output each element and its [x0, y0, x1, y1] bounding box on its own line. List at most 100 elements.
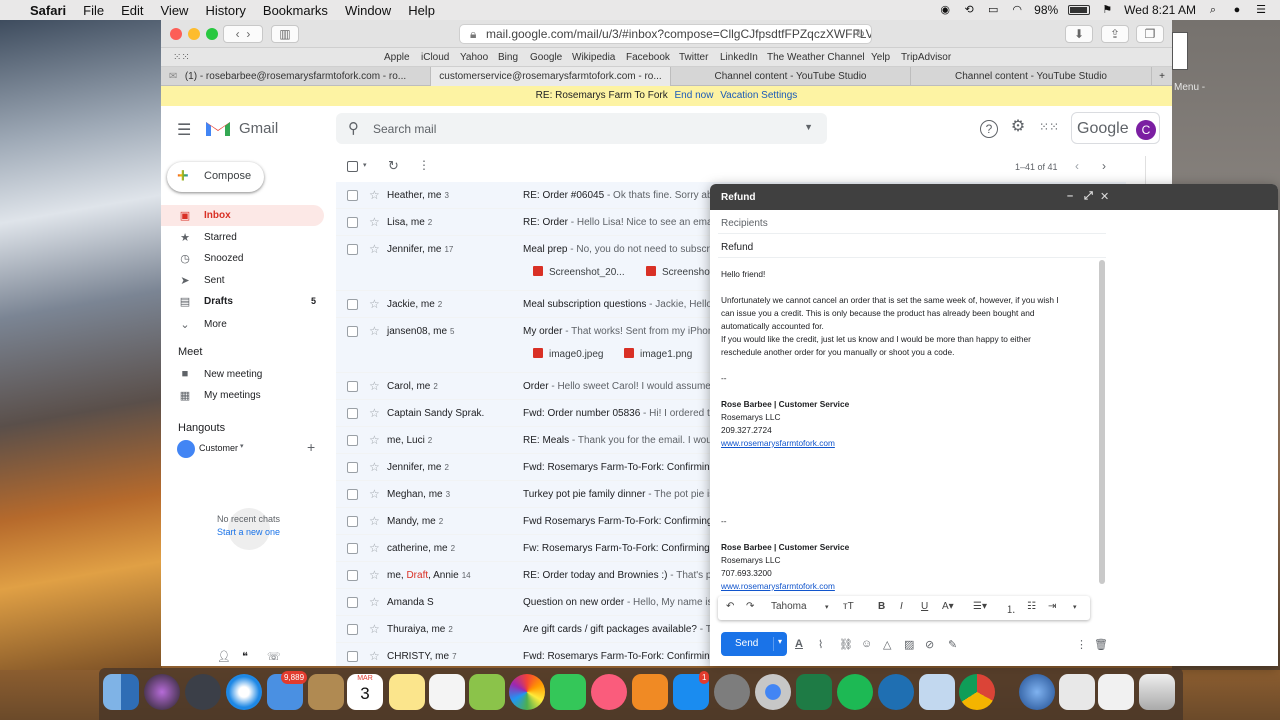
row-checkbox[interactable] [347, 570, 358, 581]
row-checkbox[interactable] [347, 462, 358, 473]
star-icon[interactable]: ☆ [369, 379, 380, 393]
airplay-icon[interactable]: ▭ [986, 4, 1000, 16]
menu-bookmarks[interactable]: Bookmarks [263, 3, 328, 18]
chevron-down-icon[interactable]: ▾ [825, 603, 829, 611]
signature-link[interactable]: www.rosemarysfarmtofork.com [721, 437, 1091, 450]
app-store-icon[interactable]: 1 [673, 671, 710, 710]
reload-icon[interactable]: ↻ [855, 25, 865, 43]
row-checkbox[interactable] [347, 244, 358, 255]
search-options-icon[interactable]: ▼ [804, 122, 813, 132]
chrome-beta-icon[interactable] [755, 674, 791, 710]
star-icon[interactable]: ☆ [369, 460, 380, 474]
row-checkbox[interactable] [347, 489, 358, 500]
tab-youtube-studio-2[interactable]: Channel content - YouTube Studio [911, 67, 1152, 86]
sidebar-item-inbox[interactable]: ▣ Inbox [161, 205, 324, 226]
row-checkbox[interactable] [347, 651, 358, 662]
emoji-icon[interactable]: ☺ [861, 638, 872, 650]
italic-icon[interactable]: I [900, 601, 903, 612]
underline-icon[interactable]: U [921, 601, 928, 612]
row-checkbox[interactable] [347, 435, 358, 446]
drive-icon[interactable]: △ [883, 638, 891, 651]
excel-icon[interactable] [796, 674, 832, 710]
tabs-overview-icon[interactable]: ❐ [1136, 25, 1164, 43]
insert-photo-icon[interactable]: ▨ [904, 638, 914, 651]
fav-wikipedia[interactable]: Wikipedia [572, 52, 615, 63]
compose-button[interactable]: + Compose [167, 162, 264, 192]
bold-icon[interactable]: B [878, 601, 885, 612]
photos-icon[interactable] [509, 674, 545, 710]
flag-icon[interactable]: ⚑ [1100, 4, 1114, 16]
search-icon[interactable]: ⚲ [348, 119, 359, 137]
menu-window[interactable]: Window [345, 3, 391, 18]
battery-icon[interactable] [1068, 5, 1091, 15]
recipients-field[interactable]: Recipients [721, 218, 768, 229]
sidebar-item-starred[interactable]: ★ Starred [161, 227, 324, 248]
star-icon[interactable]: ☆ [369, 406, 380, 420]
add-chat-icon[interactable]: + [307, 439, 315, 455]
sidebar-item-more[interactable]: ⌄ More [161, 314, 324, 335]
row-checkbox[interactable] [347, 597, 358, 608]
maps-icon[interactable] [469, 674, 505, 710]
discard-draft-icon[interactable]: 🗑︎ [1094, 638, 1108, 651]
fav-yelp[interactable]: Yelp [871, 52, 890, 63]
fav-weather[interactable]: The Weather Channel [767, 52, 865, 63]
tab-youtube-studio-1[interactable]: Channel content - YouTube Studio [671, 67, 911, 86]
siri-icon[interactable]: ● [1230, 4, 1244, 16]
launchpad-icon[interactable] [185, 674, 221, 710]
chrome-icon[interactable] [959, 674, 995, 710]
trash-icon[interactable] [1139, 674, 1175, 710]
row-checkbox[interactable] [347, 543, 358, 554]
attach-file-icon[interactable]: ⌇ [818, 638, 823, 651]
account-switcher[interactable]: Google C [1071, 112, 1160, 144]
avatar[interactable]: C [1136, 120, 1156, 140]
more-options-icon[interactable]: ⋮ [1076, 638, 1087, 651]
fav-linkedin[interactable]: LinkedIn [720, 52, 758, 63]
signature-pen-icon[interactable]: ✎ [948, 638, 957, 651]
preview-icon[interactable] [919, 674, 955, 710]
attachment-chip[interactable]: Screenshot_20... [533, 266, 625, 278]
row-checkbox[interactable] [347, 516, 358, 527]
sidebar-item-snoozed[interactable]: ◷ Snoozed [161, 248, 324, 269]
compose-header[interactable]: Refund – ⤢ ✕ [710, 184, 1278, 210]
start-new-chat-link[interactable]: Start a new one [161, 527, 336, 537]
message-body[interactable]: Hello friend! Unfortunately we cannot ca… [721, 268, 1091, 593]
minimize-icon[interactable]: – [1067, 190, 1073, 202]
fav-twitter[interactable]: Twitter [679, 52, 708, 63]
hangouts-chat-icon[interactable]: ❝ [242, 650, 248, 663]
contacts-icon[interactable] [308, 674, 344, 710]
more-formatting-icon[interactable]: ▾ [1073, 603, 1077, 611]
numbered-list-icon[interactable]: ⒈ [1006, 601, 1016, 616]
align-icon[interactable]: ☰▾ [973, 601, 987, 612]
books-icon[interactable] [632, 674, 668, 710]
more-vert-icon[interactable]: ⋮ [418, 158, 430, 172]
star-icon[interactable]: ☆ [369, 433, 380, 447]
system-preferences-icon[interactable] [714, 674, 750, 710]
finder-icon[interactable] [103, 674, 139, 710]
gmail-logo-icon[interactable] [205, 118, 231, 138]
menu-view[interactable]: View [161, 3, 189, 18]
settings-gear-icon[interactable]: ⚙ [1009, 119, 1027, 137]
wifi-icon[interactable]: ◠ [1010, 4, 1024, 16]
text-color-icon[interactable]: A▾ [942, 601, 954, 612]
reminders-icon[interactable] [429, 674, 465, 710]
fav-apple[interactable]: Apple [384, 52, 410, 63]
redo-icon[interactable]: ↷ [746, 601, 754, 612]
person-icon[interactable]: 👤︎ [217, 650, 231, 663]
close-window-button[interactable] [170, 28, 182, 40]
next-page-icon[interactable]: › [1102, 159, 1106, 173]
desktop-file-label[interactable]: Menu - [1174, 82, 1205, 94]
calendar-icon[interactable]: MAR 3 [347, 674, 383, 710]
subject-field[interactable]: Refund [721, 242, 753, 253]
menu-help[interactable]: Help [408, 3, 435, 18]
new-meeting-item[interactable]: ■ New meeting [161, 364, 324, 385]
star-icon[interactable]: ☆ [369, 622, 380, 636]
search-bar[interactable]: ⚲ Search mail ▼ [336, 113, 827, 144]
timemachine-icon[interactable]: ⟲ [962, 4, 976, 16]
back-forward-buttons[interactable]: ‹ › [223, 25, 263, 43]
sidebar-toggle-icon[interactable]: ▥ [271, 25, 299, 43]
safari-icon[interactable] [226, 674, 262, 710]
font-size-icon[interactable]: ᴛT [843, 601, 854, 612]
network-globe-icon[interactable] [1019, 674, 1055, 710]
minimize-window-button[interactable] [188, 28, 200, 40]
select-all-checkbox[interactable] [347, 161, 358, 172]
